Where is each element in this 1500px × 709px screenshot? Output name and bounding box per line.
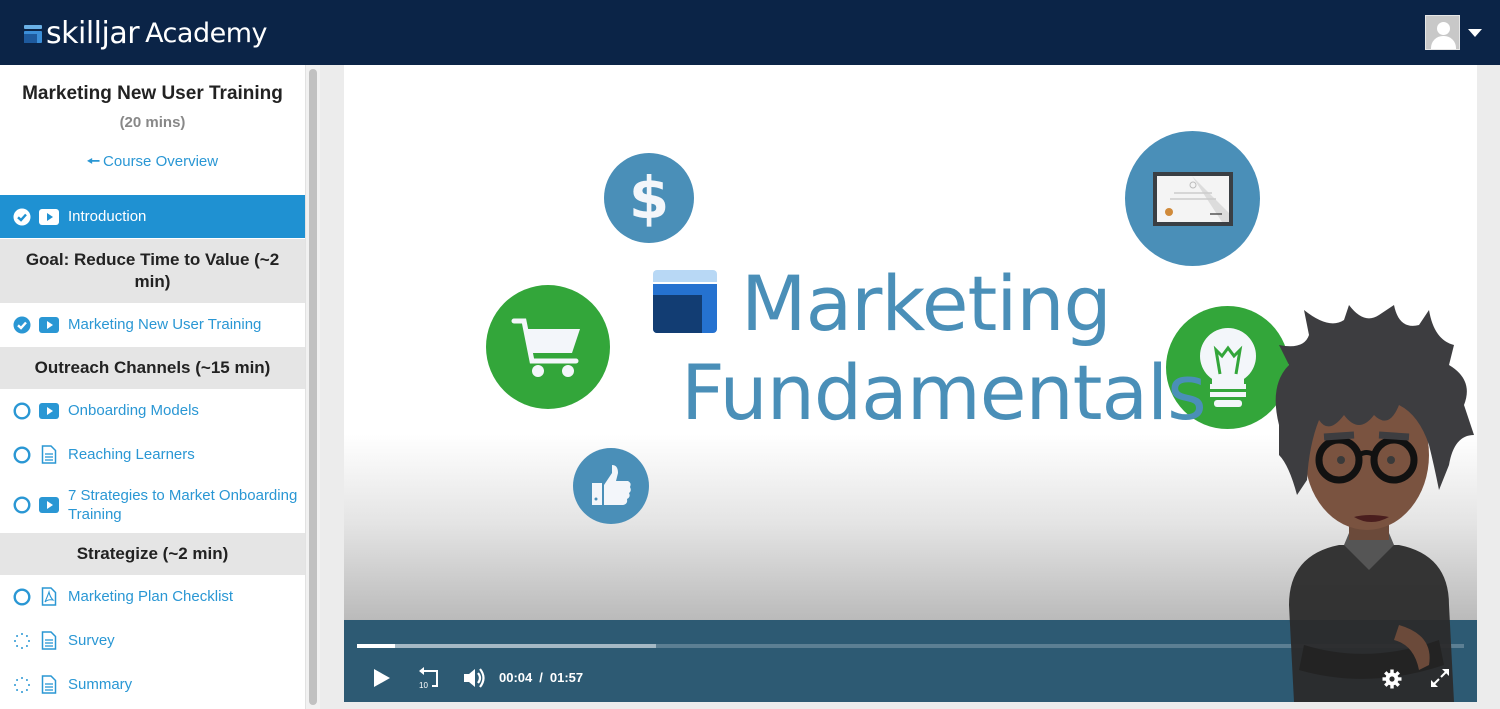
lesson-label: Summary [68,676,133,693]
section-header: Strategize (~2 min) [0,533,305,575]
gear-icon [1382,669,1402,689]
play-button[interactable] [370,666,394,690]
course-overview-link[interactable]: 🠔 Course Overview [0,151,305,176]
lesson-label: Introduction [68,208,147,225]
arrow-left-icon: 🠔 [86,153,101,170]
video-title-line1: Marketing [741,259,1112,348]
lesson-item[interactable]: Marketing New User Training [0,303,305,347]
marketing-logo-icon [653,270,717,333]
lesson-item[interactable]: Reaching Learners [0,433,305,477]
lesson-label: Marketing New User Training [68,316,262,333]
lesson-item[interactable]: Survey [0,619,305,663]
lesson-item[interactable]: Onboarding Models [0,389,305,433]
course-duration: (20 mins) [119,114,186,131]
curriculum-list: Introduction Goal: Reduce Time to Value (… [0,195,305,707]
video-title-line2: Fundamentals [681,348,1207,437]
video-icon [39,402,59,420]
lesson-label: Reaching Learners [68,446,195,463]
volume-icon [464,668,485,688]
expand-icon [1431,669,1449,687]
brand-logo[interactable]: skilljar Academy [24,13,267,53]
course-overview-label: Course Overview [103,153,219,170]
empty-circle-icon [13,401,31,420]
sidebar-scrollbar[interactable] [305,65,320,709]
brand-name: skilljar [46,15,140,51]
lesson-label: Marketing Plan Checklist [68,588,234,605]
play-icon [374,669,390,687]
user-avatar-icon [1425,15,1460,50]
lesson-content: $ Marketing Fundamentals 10 00:04 / 01:5… [320,65,1500,709]
skilljar-logo-icon [24,25,42,43]
lesson-item-active[interactable]: Introduction [0,195,305,239]
video-icon [39,208,59,226]
lesson-item[interactable]: Marketing Plan Checklist [0,575,305,619]
rewind-10-button[interactable]: 10 [416,665,442,691]
empty-circle-icon [13,445,31,464]
dotted-circle-icon [13,632,31,650]
lesson-label: Survey [68,632,115,649]
time-separator: / [539,670,543,685]
video-player[interactable]: $ Marketing Fundamentals 10 00:04 / 01:5… [344,65,1477,702]
document-icon [39,675,59,694]
progress-played [357,644,395,648]
dollar-icon: $ [604,153,694,243]
top-navigation-bar: skilljar Academy [0,0,1500,65]
lesson-item[interactable]: Summary [0,663,305,707]
dotted-circle-icon [13,676,31,694]
settings-button[interactable] [1381,668,1403,690]
volume-button[interactable] [462,666,488,690]
user-menu-button[interactable] [1425,15,1482,50]
caret-down-icon [1468,28,1482,37]
section-header: Goal: Reduce Time to Value (~2 min) [0,239,305,303]
video-icon [39,316,59,334]
document-icon [39,631,59,650]
lesson-label: 7 Strategies to Market Onboarding Traini… [68,486,298,523]
empty-circle-icon [13,587,31,606]
check-circle-icon [13,316,31,334]
empty-circle-icon [13,495,31,514]
lesson-item[interactable]: 7 Strategies to Market Onboarding Traini… [0,477,305,533]
pdf-icon [39,587,59,606]
document-icon [39,445,59,464]
total-duration: 01:57 [549,670,584,685]
progress-buffered [357,644,656,648]
certificate-icon [1125,131,1260,266]
video-icon [39,496,59,514]
presenter-character-image [1275,305,1474,702]
current-time: 00:04 [499,670,533,685]
time-display: 00:04 / 01:57 [499,670,583,685]
fullscreen-button[interactable] [1429,667,1451,689]
rewind-label: 10 [419,681,428,690]
section-header: Outreach Channels (~15 min) [0,347,305,389]
lesson-label: Onboarding Models [68,402,199,419]
shopping-cart-icon [486,285,610,409]
check-circle-icon [13,208,31,226]
thumbs-up-icon [573,448,649,524]
brand-suffix: Academy [145,17,267,49]
course-title: Marketing New User Training [22,83,283,104]
course-sidebar: Marketing New User Training (20 mins) 🠔 C… [0,65,305,709]
sidebar-scrollbar-thumb[interactable] [309,69,317,705]
rewind-icon: 10 [419,667,438,690]
